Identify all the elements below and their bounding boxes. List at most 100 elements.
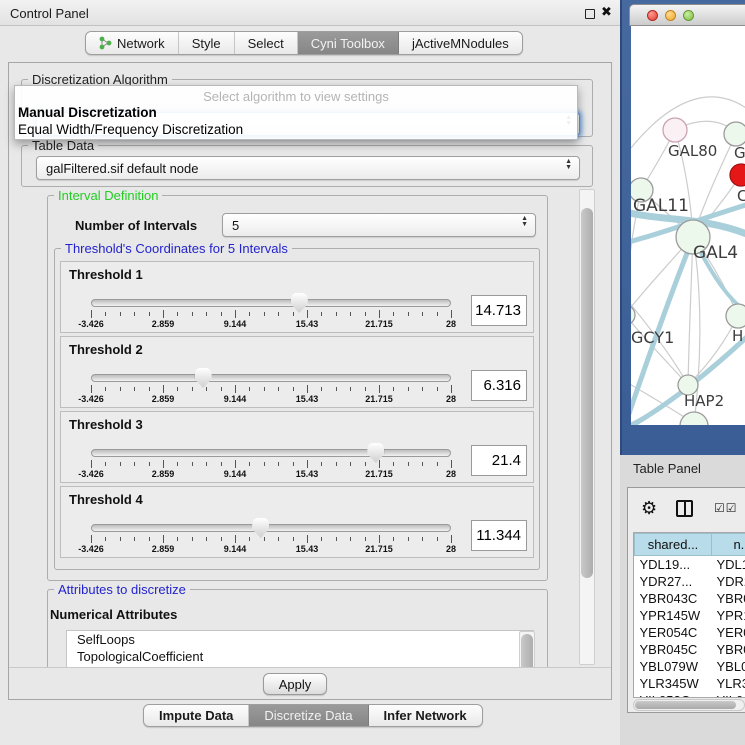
dropdown-option-manual[interactable]: Manual Discretization [18, 105, 157, 120]
number-of-intervals-select[interactable]: 5 ▲▼ [222, 213, 536, 237]
tab-style[interactable]: Style [179, 32, 235, 54]
tab-label: Style [192, 36, 221, 51]
table-hscrollbar[interactable] [633, 699, 745, 711]
group-title: Interval Definition [54, 188, 162, 203]
threshold-panel-4: Threshold 4 -3.4262.8599.14415.4321.71528… [60, 486, 534, 558]
table-row[interactable]: YLR345WYLR3... [635, 675, 745, 692]
table-data-select[interactable]: galFiltered.sif default node ▲▼ [36, 156, 580, 180]
tab-label: Network [117, 36, 165, 51]
tab-discretize-data[interactable]: Discretize Data [249, 705, 368, 726]
threshold-label: Threshold 1 [69, 267, 143, 282]
table-row[interactable]: YPR145WYPR1... [635, 607, 745, 624]
algorithm-dropdown-popup: Select algorithm to view settings Manual… [14, 85, 578, 140]
split-columns-icon[interactable] [676, 500, 693, 517]
number-of-intervals-label: Number of Intervals [75, 218, 197, 233]
apply-button[interactable]: Apply [263, 673, 327, 695]
group-title: Threshold's Coordinates for 5 Intervals [61, 241, 292, 256]
tab-label: Cyni Toolbox [311, 36, 385, 51]
slider-track[interactable] [91, 374, 451, 382]
network-view-window: GAL80 GA C GAL11 GAL4 GCY1 H HAP2 [620, 0, 745, 455]
node-h[interactable] [726, 304, 745, 328]
settings-scrollbar[interactable] [579, 189, 595, 665]
slider-ticks [91, 385, 451, 394]
node-pink[interactable] [663, 118, 687, 142]
float-window-icon[interactable] [585, 9, 595, 19]
node-label: GAL11 [633, 196, 689, 216]
list-item[interactable]: SelfLoops [67, 631, 533, 648]
threshold-label: Threshold 3 [69, 417, 143, 432]
network-canvas[interactable]: GAL80 GA C GAL11 GAL4 GCY1 H HAP2 [631, 26, 745, 425]
stepper-icon: ▲▼ [565, 159, 572, 171]
table-row[interactable]: YBL079WYBL0... [635, 658, 745, 675]
column-header-name[interactable]: n... [712, 534, 745, 556]
threshold-panel-2: Threshold 2-3.4262.8599.14415.4321.71528… [60, 336, 534, 408]
node-label: C [737, 187, 745, 205]
threshold-slider[interactable]: -3.4262.8599.14415.4321.71528 [91, 446, 451, 480]
threshold-panels: Threshold 1 -3.4262.8599.14415.4321.71528… [60, 261, 534, 561]
minimize-traffic-light-icon[interactable] [665, 10, 676, 21]
node-red[interactable] [730, 164, 745, 186]
bottom-tab-bar: Impute Data Discretize Data Infer Networ… [143, 704, 483, 727]
table-row[interactable]: YER054CYER0... [635, 624, 745, 641]
table-row[interactable]: YBR043CYBR0... [635, 590, 745, 607]
table-data-value: galFiltered.sif default node [46, 161, 198, 176]
attributes-scrollbar[interactable] [519, 631, 535, 667]
threshold-value-input[interactable]: 6.316 [471, 370, 527, 401]
threshold-value-input[interactable]: 21.4 [471, 445, 527, 476]
node-green[interactable] [724, 122, 745, 146]
threshold-value-input[interactable]: 11.344 [471, 520, 527, 551]
slider-ticks [91, 460, 451, 469]
tab-impute-data[interactable]: Impute Data [144, 705, 249, 726]
settings-viewport: Interval Definition Number of Intervals … [13, 187, 581, 667]
slider-track[interactable] [91, 299, 451, 307]
scrollbar-thumb[interactable] [521, 634, 533, 667]
threshold-slider[interactable]: -3.4262.8599.14415.4321.71528 [91, 296, 451, 330]
control-panel: Control Panel ✖ Network Style Select Cyn… [0, 0, 620, 745]
threshold-value-input[interactable]: 14.713 [471, 295, 527, 326]
panel-title: Control Panel [10, 6, 89, 21]
slider-track[interactable] [91, 449, 451, 457]
gear-icon[interactable]: ⚙ [641, 498, 657, 519]
dropdown-hint: Select algorithm to view settings [15, 89, 577, 104]
table-row[interactable]: YIL052CYIL0... [635, 692, 745, 699]
apply-label: Apply [279, 677, 312, 692]
dropdown-option-equal-width[interactable]: Equal Width/Frequency Discretization [18, 122, 243, 137]
zoom-traffic-light-icon[interactable] [683, 10, 694, 21]
threshold-slider[interactable]: -3.4262.8599.14415.4321.71528 [91, 371, 451, 405]
tab-jactivemnodules[interactable]: jActiveMNodules [399, 32, 522, 54]
apply-bar: Apply [9, 667, 611, 699]
close-icon[interactable]: ✖ [601, 4, 612, 20]
column-header-shared-name[interactable]: shared... [635, 534, 712, 556]
tab-network[interactable]: Network [86, 32, 179, 54]
node-bottom[interactable] [680, 412, 708, 425]
scrollbar-thumb[interactable] [581, 208, 593, 578]
node-label: GA [734, 144, 745, 162]
list-item[interactable]: TopologicalCoefficient [67, 648, 533, 665]
thresholds-group: Threshold's Coordinates for 5 Intervals … [54, 248, 540, 570]
threshold-label: Threshold 4 [69, 492, 143, 507]
tab-select[interactable]: Select [235, 32, 298, 54]
node-table[interactable]: shared... n... YDL19...YDL1...YDR27...YD… [633, 532, 745, 698]
tab-infer-network[interactable]: Infer Network [369, 705, 482, 726]
slider-tick-labels: -3.4262.8599.14415.4321.71528 [91, 469, 451, 480]
tab-label: Discretize Data [264, 708, 352, 723]
select-columns-icon[interactable]: ☑☑ [714, 501, 738, 515]
network-graph: GAL80 GA C GAL11 GAL4 GCY1 H HAP2 [631, 26, 745, 425]
network-nodes[interactable] [631, 118, 745, 425]
numerical-attributes-list[interactable]: SelfLoopsTopologicalCoefficientBetweenne… [66, 630, 534, 667]
intervals-value: 5 [232, 218, 239, 233]
table-panel-window: ⚙ ☑☑ shared... n... YDL19...YDL1...YDR27… [627, 487, 745, 713]
table-row[interactable]: YBR045CYBR0... [635, 641, 745, 658]
screen: Control Panel ✖ Network Style Select Cyn… [0, 0, 745, 745]
scrollbar-thumb[interactable] [635, 701, 736, 709]
table-row[interactable]: YDR27...YDR2... [635, 573, 745, 590]
tab-cyni-toolbox[interactable]: Cyni Toolbox [298, 32, 399, 54]
tab-label: Select [248, 36, 284, 51]
slider-track[interactable] [91, 524, 451, 532]
table-row[interactable]: YDL19...YDL1... [635, 556, 745, 573]
threshold-panel-3: Threshold 3 -3.4262.8599.14415.4321.71528… [60, 411, 534, 483]
close-traffic-light-icon[interactable] [647, 10, 658, 21]
table-data-group: Table Data galFiltered.sif default node … [21, 145, 593, 187]
right-pane: GAL80 GA C GAL11 GAL4 GCY1 H HAP2 Table … [620, 0, 745, 745]
threshold-slider[interactable]: -3.4262.8599.14415.4321.71528 [91, 521, 451, 555]
